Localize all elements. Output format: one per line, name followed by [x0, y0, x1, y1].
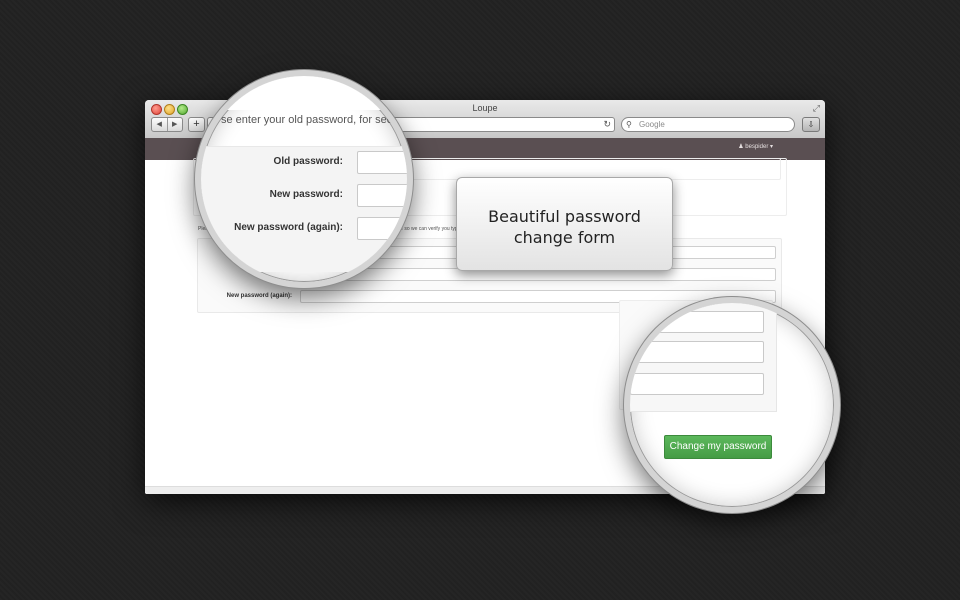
lens-new-password-again-row: New password (again):	[201, 215, 407, 241]
new-password-again-label-small: New password (again):	[226, 293, 292, 299]
old-password-label: Old password:	[273, 156, 343, 167]
lens-old-password-input[interactable]	[357, 151, 407, 174]
lens-new-password-input[interactable]	[357, 184, 407, 207]
downloads-button[interactable]: ⇩	[802, 117, 820, 132]
callout-line-1: Beautiful password	[488, 207, 641, 226]
lens-input-3[interactable]	[630, 373, 764, 395]
feature-callout: Beautiful password change form	[456, 177, 673, 271]
reload-icon[interactable]: ↻	[603, 118, 611, 131]
forward-icon[interactable]: ▶	[166, 118, 183, 131]
lens-form-panel: Old password: New password: New password…	[201, 146, 407, 272]
user-menu-label: bespider ▾	[745, 144, 773, 150]
lens-new-password-again-input[interactable]	[357, 217, 407, 240]
callout-line-2: change form	[513, 228, 616, 247]
magnifier-lens-form: se enter your old password, for security…	[195, 70, 413, 288]
lens-new-password-row: New password:	[201, 182, 407, 208]
search-placeholder: Google	[639, 120, 665, 129]
new-password-again-label: New password (again):	[234, 222, 343, 233]
lens-old-password-row: Old password:	[201, 149, 407, 175]
back-icon[interactable]: ◀	[152, 118, 167, 131]
user-icon: ♟	[738, 144, 744, 150]
magnifier-lens-button: Change my password	[624, 297, 840, 513]
lens-form-content: se enter your old password, for security…	[201, 76, 407, 282]
change-password-button[interactable]: Change my password	[664, 435, 772, 459]
lens-header-area	[201, 76, 407, 110]
history-nav: ◀ ▶	[151, 117, 183, 132]
lens-intro-text: se enter your old password, for security…	[221, 114, 413, 126]
lens-input-2[interactable]	[630, 341, 764, 363]
fullscreen-icon[interactable]: ⤢	[813, 103, 820, 114]
callout-text: Beautiful password change form	[457, 206, 672, 248]
lens-input-1[interactable]	[630, 311, 764, 333]
lens-form-panel-edge	[630, 303, 777, 412]
new-password-label: New password:	[269, 189, 343, 200]
lens-button-content: Change my password	[630, 303, 834, 507]
user-menu[interactable]: ♟ bespider ▾	[738, 143, 773, 150]
search-input[interactable]: ⚲ Google	[621, 117, 795, 132]
search-icon: ⚲	[626, 120, 632, 129]
